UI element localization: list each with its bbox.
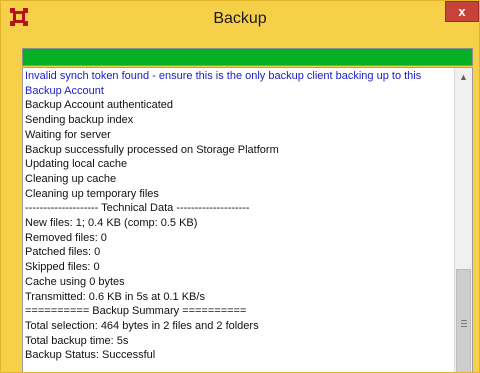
log-text: Invalid synch token found - ensure this … — [25, 69, 455, 363]
scrollbar-grip-icon — [461, 320, 467, 329]
title-bar[interactable]: Backup x — [1, 1, 479, 39]
log-line: Transmitted: 0.6 KB in 5s at 0.1 KB/s — [25, 290, 205, 303]
vertical-scrollbar[interactable]: ▲ — [454, 68, 472, 372]
log-line: New files: 1; 0.4 KB (comp: 0.5 KB) — [25, 217, 198, 230]
log-line: -------------------- Technical Data ----… — [25, 202, 250, 215]
log-line: Cleaning up temporary files — [25, 187, 159, 200]
backup-progress-bar — [22, 48, 473, 66]
log-line: Total backup time: 5s — [25, 334, 129, 347]
backup-log[interactable]: Invalid synch token found - ensure this … — [22, 67, 473, 372]
log-line: Invalid synch token found - ensure this … — [25, 70, 422, 97]
log-line: Backup Status: Successful — [25, 349, 156, 362]
log-line: Updating local cache — [25, 158, 128, 171]
log-line: Patched files: 0 — [25, 246, 101, 259]
log-line: Cleaning up cache — [25, 172, 117, 185]
log-line: Sending backup index — [25, 114, 134, 127]
log-line: Total selection: 464 bytes in 2 files an… — [25, 319, 259, 332]
close-icon: x — [458, 4, 466, 19]
window-title: Backup — [213, 10, 267, 27]
log-line: Waiting for server — [25, 128, 111, 141]
log-line: ========== Backup Summary ========== — [25, 305, 247, 318]
backup-window: Backup x Invalid synch token found - ens… — [0, 0, 480, 373]
log-line: Skipped files: 0 — [25, 261, 100, 274]
log-line: Backup successfully processed on Storage… — [25, 143, 279, 156]
log-line: Backup Account authenticated — [25, 99, 173, 112]
chevron-up-icon[interactable]: ▲ — [455, 68, 472, 85]
log-line: Cache using 0 bytes — [25, 275, 125, 288]
close-button[interactable]: x — [445, 1, 479, 22]
progress-fill — [23, 49, 472, 65]
log-line: Removed files: 0 — [25, 231, 107, 244]
scrollbar-thumb[interactable] — [456, 269, 471, 372]
